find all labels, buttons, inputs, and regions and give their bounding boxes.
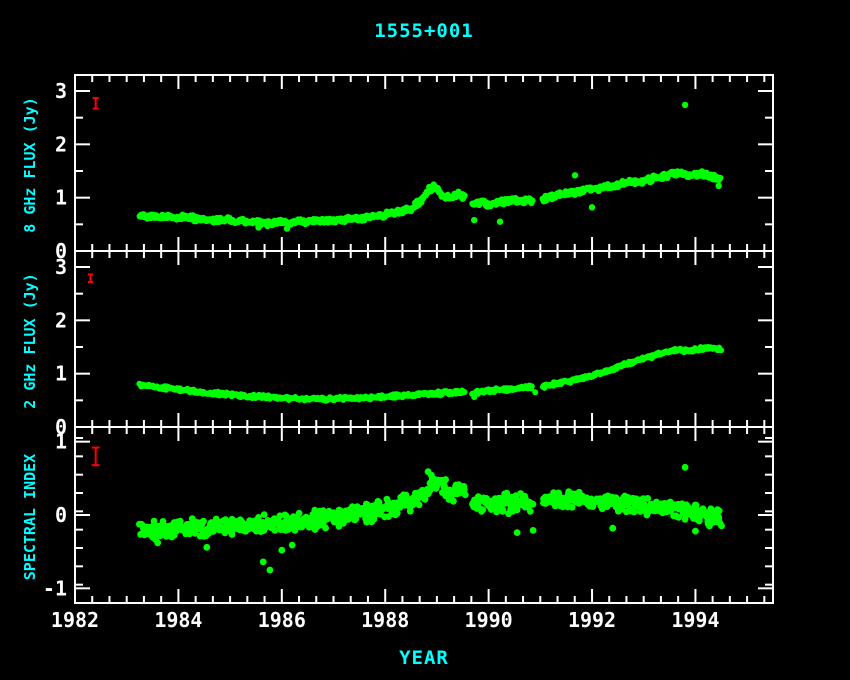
svg-text:1: 1 (55, 430, 67, 454)
y-axis-label-2ghz: 2 GHz FLUX (Jy) (20, 253, 40, 429)
svg-text:1: 1 (55, 362, 67, 386)
y-tick-labels-panel-0: 0123 (55, 79, 67, 263)
x-axis-label: YEAR (0, 647, 848, 669)
panel-frame-1 (75, 251, 773, 427)
svg-text:1986: 1986 (258, 608, 306, 632)
svg-text:1988: 1988 (361, 608, 409, 632)
error-bar-panel-1 (88, 274, 93, 281)
y-axis-label-spectral-index: SPECTRAL INDEX (20, 429, 40, 605)
svg-text:-1: -1 (43, 576, 67, 600)
panel-frame-0 (75, 75, 773, 251)
y-tick-labels-panel-1: 0123 (55, 255, 67, 439)
chart-title: 1555+001 (0, 20, 848, 42)
panel-frame-2 (75, 427, 773, 603)
svg-text:1992: 1992 (568, 608, 616, 632)
svg-text:1: 1 (55, 186, 67, 210)
y-tick-labels-panel-2: -1 0 1 (43, 430, 67, 601)
x-tick-labels: 1982 1984 1986 1988 1990 1992 1994 (51, 608, 720, 632)
series-points-panel-1 (136, 344, 724, 404)
svg-text:1994: 1994 (671, 608, 719, 632)
y-axis-label-8ghz: 8 GHz FLUX (Jy) (20, 77, 40, 253)
svg-text:2: 2 (55, 308, 67, 332)
svg-text:1982: 1982 (51, 608, 99, 632)
error-bar-panel-0 (93, 98, 99, 109)
plot-area: 01230123-1011982198419861988199019921994 (0, 0, 850, 680)
svg-text:3: 3 (55, 79, 67, 103)
svg-text:3: 3 (55, 255, 67, 279)
series-points-panel-0 (137, 102, 724, 232)
svg-text:0: 0 (55, 503, 67, 527)
error-bar-panel-2 (92, 448, 100, 466)
figure: 1555+001 8 GHz FLUX (Jy) 2 GHz FLUX (Jy)… (0, 0, 850, 680)
svg-text:1984: 1984 (154, 608, 202, 632)
svg-text:1990: 1990 (465, 608, 513, 632)
svg-text:2: 2 (55, 132, 67, 156)
series-points-panel-2 (136, 464, 725, 573)
